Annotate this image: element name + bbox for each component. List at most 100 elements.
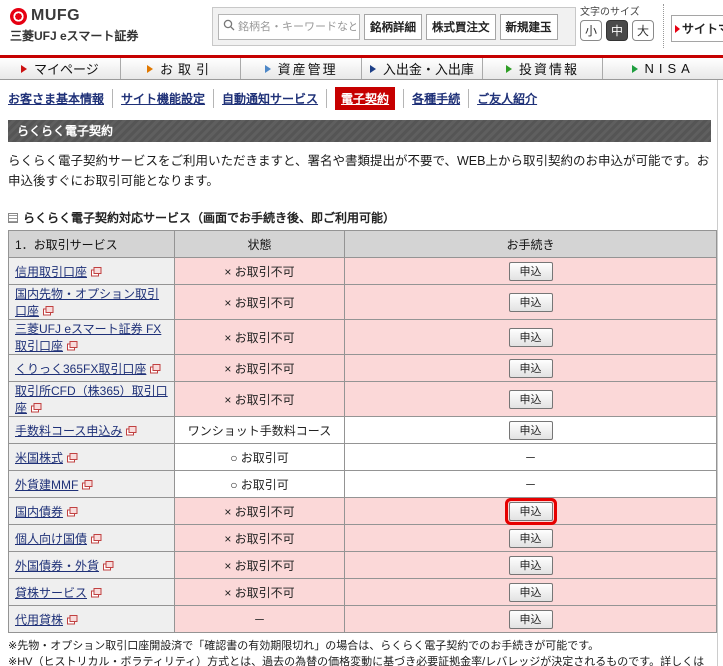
mufg-logo-icon	[10, 8, 27, 25]
table-row: くりっく365FX取引口座 × お取引不可 申込	[9, 355, 717, 382]
tab-label: 投資情報	[519, 59, 579, 78]
popup-window-icon	[67, 506, 78, 520]
service-link[interactable]: 手数料コース申込み	[15, 424, 122, 438]
tab-label: マイページ	[34, 59, 99, 78]
arrow-icon	[675, 25, 680, 33]
subnav-procedures[interactable]: 各種手続	[403, 89, 469, 108]
popup-window-icon	[82, 479, 93, 493]
table-header-row: 1．お取引サービス 状態 お手続き	[9, 231, 717, 258]
col-header-service: 1．お取引サービス	[9, 231, 175, 258]
font-size-label: 文字のサイズ	[580, 3, 654, 18]
subnav-auto-notification[interactable]: 自動通知サービス	[214, 89, 327, 108]
search-icon	[223, 18, 235, 36]
popup-window-icon	[91, 587, 102, 601]
font-size-small-button[interactable]: 小	[580, 20, 602, 41]
font-size-medium-button[interactable]: 中	[606, 20, 628, 41]
table-row: 個人向け国債 × お取引不可 申込	[9, 525, 717, 552]
service-table: 1．お取引サービス 状態 お手続き 信用取引口座 × お取引不可 申込 国内先物…	[8, 230, 717, 633]
apply-button[interactable]: 申込	[509, 262, 553, 281]
tab-deposit-withdrawal[interactable]: 入出金・入出庫	[362, 58, 483, 79]
footnote-2-text: ※HV（ヒストリカル・ボラティリティ）方式とは、過去の為替の価格変動に基づき必要…	[8, 656, 704, 666]
subnav-site-settings[interactable]: サイト機能設定	[113, 89, 214, 108]
apply-button[interactable]: 申込	[509, 390, 553, 409]
subnav-referral[interactable]: ご友人紹介	[469, 89, 545, 108]
apply-button[interactable]: 申込	[509, 328, 553, 347]
page-title: らくらく電子契約	[8, 120, 711, 142]
service-link[interactable]: 三菱UFJ eスマート証券 FX取引口座	[15, 322, 161, 353]
status-cell: －	[175, 606, 345, 633]
main-nav: マイページ お取引 資産管理 入出金・入出庫 投資情報 NISA	[0, 55, 723, 80]
status-cell: ワンショット手数料コース	[175, 417, 345, 444]
apply-button[interactable]: 申込	[509, 529, 553, 548]
popup-window-icon	[150, 363, 161, 377]
brand-logo[interactable]: MUFG 三菱UFJ eスマート証券	[10, 7, 138, 44]
service-link[interactable]: 国内債券	[15, 505, 63, 519]
table-row: 貸株サービス × お取引不可 申込	[9, 579, 717, 606]
site-header: MUFG 三菱UFJ eスマート証券 銘柄詳細 株式買注文 新規建玉 文字のサイ…	[0, 0, 723, 55]
service-description: らくらく電子契約サービスをご利用いただきますと、署名や書類提出が不要で、WEB上…	[8, 151, 711, 191]
sitemap-button[interactable]: サイトマップ	[671, 15, 723, 42]
tab-label: 入出金・入出庫	[383, 59, 474, 78]
tab-arrow-icon	[147, 65, 153, 73]
popup-window-icon	[91, 266, 102, 280]
table-row: 代用貸株 － 申込	[9, 606, 717, 633]
status-cell: × お取引不可	[175, 258, 345, 285]
popup-window-icon	[67, 614, 78, 628]
status-cell: × お取引不可	[175, 382, 345, 417]
table-row: 米国株式 ○ お取引可 －	[9, 444, 717, 471]
subnav-customer-info[interactable]: お客さま基本情報	[8, 89, 113, 108]
apply-button[interactable]: 申込	[509, 293, 553, 312]
search-area: 銘柄詳細 株式買注文 新規建玉	[212, 7, 576, 46]
service-link[interactable]: 信用取引口座	[15, 265, 87, 279]
service-link[interactable]: 貸株サービス	[15, 586, 87, 600]
col-header-procedure: お手続き	[345, 231, 717, 258]
tab-label: NISA	[645, 61, 695, 76]
list-icon	[8, 213, 18, 223]
main-content: お客さま基本情報 サイト機能設定 自動通知サービス 電子契約 各種手続 ご友人紹…	[0, 80, 718, 666]
tab-arrow-icon	[21, 65, 27, 73]
service-link[interactable]: 外貨建MMF	[15, 478, 78, 492]
tab-mypage[interactable]: マイページ	[0, 58, 121, 79]
service-link[interactable]: 米国株式	[15, 451, 63, 465]
tab-investment-info[interactable]: 投資情報	[483, 58, 604, 79]
popup-window-icon	[67, 452, 78, 466]
popup-window-icon	[103, 560, 114, 574]
new-position-button[interactable]: 新規建玉	[500, 14, 558, 40]
table-caption: らくらく電子契約対応サービス（画面でお手続き後、即ご利用可能）	[8, 209, 711, 226]
tab-arrow-icon	[506, 65, 512, 73]
stock-detail-button[interactable]: 銘柄詳細	[364, 14, 422, 40]
apply-button[interactable]: 申込	[509, 556, 553, 575]
table-row: 三菱UFJ eスマート証券 FX取引口座 × お取引不可 申込	[9, 320, 717, 355]
tab-nisa[interactable]: NISA	[603, 58, 723, 79]
service-link[interactable]: 外国債券・外貨	[15, 559, 99, 573]
stock-buy-order-button[interactable]: 株式買注文	[426, 14, 496, 40]
status-cell: × お取引不可	[175, 579, 345, 606]
apply-button-highlighted[interactable]: 申込	[509, 502, 553, 521]
service-link[interactable]: くりっく365FX取引口座	[15, 362, 146, 376]
subnav-e-contract[interactable]: 電子契約	[335, 87, 395, 110]
tab-trade[interactable]: お取引	[121, 58, 242, 79]
popup-window-icon	[126, 425, 137, 439]
footnote-2: ※HV（ヒストリカル・ボラティリティ）方式とは、過去の為替の価格変動に基づき必要…	[8, 654, 711, 666]
search-input[interactable]	[238, 21, 356, 33]
apply-button[interactable]: 申込	[509, 583, 553, 602]
apply-button[interactable]: 申込	[509, 359, 553, 378]
status-cell: ○ お取引可	[175, 444, 345, 471]
status-cell: × お取引不可	[175, 552, 345, 579]
tab-arrow-icon	[370, 65, 376, 73]
apply-button[interactable]: 申込	[509, 421, 553, 440]
tab-label: 資産管理	[278, 59, 338, 78]
tab-arrow-icon	[265, 65, 271, 73]
status-cell: × お取引不可	[175, 320, 345, 355]
table-row: 外貨建MMF ○ お取引可 －	[9, 471, 717, 498]
service-link[interactable]: 代用貸株	[15, 613, 63, 627]
service-link[interactable]: 個人向け国債	[15, 532, 87, 546]
search-box[interactable]	[218, 14, 360, 40]
font-size-large-button[interactable]: 大	[632, 20, 654, 41]
footnote-1: ※先物・オプション取引口座開設済で「確認書の有効期限切れ」の場合は、らくらく電子…	[8, 638, 711, 654]
popup-window-icon	[67, 340, 78, 354]
apply-button[interactable]: 申込	[509, 610, 553, 629]
service-link[interactable]: 国内先物・オプション取引口座	[15, 287, 159, 318]
status-cell: ○ お取引可	[175, 471, 345, 498]
tab-asset-management[interactable]: 資産管理	[241, 58, 362, 79]
